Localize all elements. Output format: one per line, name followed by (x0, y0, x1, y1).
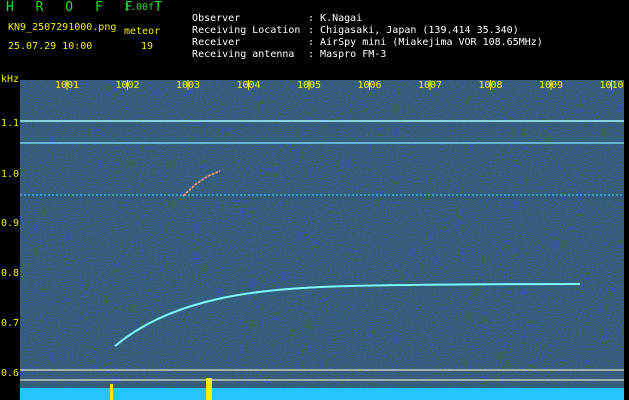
x-tick-label: 1002 (115, 80, 140, 91)
x-tick-label: 1008 (478, 80, 503, 91)
x-tick-label: 1001 (55, 80, 80, 91)
x-tick-label: 1005 (297, 80, 322, 91)
y-tick-label: 0.7 (1, 318, 20, 329)
noise-texture (20, 80, 624, 400)
x-tick-label: 1010 (599, 80, 624, 91)
y-tick-label: 1.1 (1, 118, 20, 129)
y-tick-label: 1.0 (1, 169, 20, 180)
info-separator: : (308, 49, 315, 60)
x-tick-label: 1006 (357, 80, 382, 91)
intensity-peak-small (110, 384, 113, 400)
x-tick-label: 1007 (418, 80, 443, 91)
x-tick-label: 1009 (539, 80, 564, 91)
x-tick-label: 1003 (176, 80, 201, 91)
y-tick-label: 0.9 (1, 218, 20, 229)
info-value: Maspro FM-3 (320, 49, 387, 60)
x-tick-label: 1004 (236, 80, 261, 91)
version-label: 1.00f (124, 2, 155, 13)
spectrogram-plot (20, 80, 624, 400)
info-row-antenna: Receiving antenna: Maspro FM-3 (180, 38, 386, 60)
datetime-label: 25.07.29 10:00 (8, 41, 93, 52)
meteor-label: meteor (124, 26, 161, 37)
info-label: Receiving antenna (192, 49, 295, 60)
filename-label: KN9_2507291000.png (8, 22, 117, 33)
meteor-count: 19 (141, 41, 154, 52)
y-tick-label: 0.8 (1, 268, 20, 279)
y-unit-label: kHz (1, 74, 20, 85)
intensity-peak (206, 378, 212, 400)
y-tick-label: 0.6 (1, 368, 20, 379)
